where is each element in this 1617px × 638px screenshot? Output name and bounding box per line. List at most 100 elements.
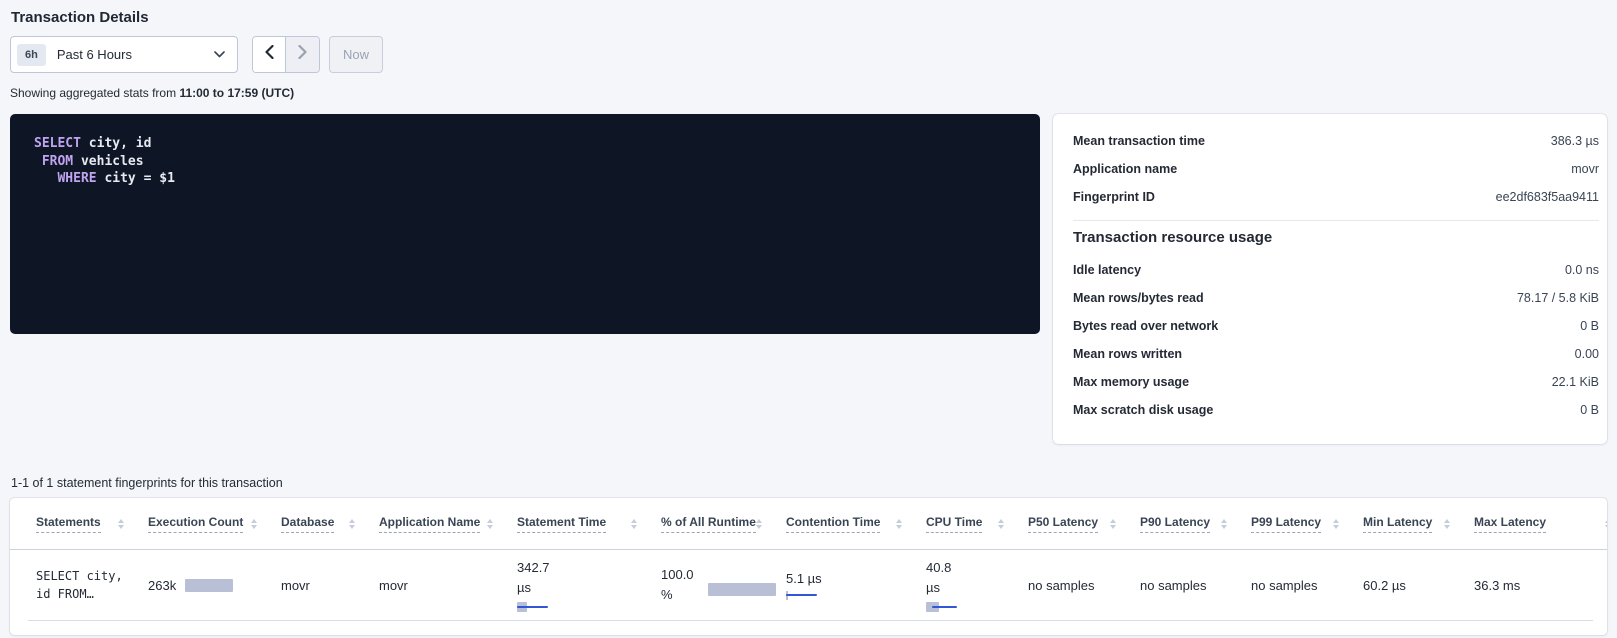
now-button[interactable]: Now xyxy=(329,36,383,73)
statements-table-header: Statements Execution Count Database Appl… xyxy=(10,498,1607,550)
sort-icon xyxy=(631,519,637,529)
summary-label: Fingerprint ID xyxy=(1073,190,1155,204)
summary-value: ee2df683f5aa9411 xyxy=(1496,190,1599,204)
sql-keyword: FROM xyxy=(42,154,73,169)
column-header-min-latency[interactable]: Min Latency xyxy=(1363,515,1474,533)
sql-statement-box: SELECT city, id FROM vehicles WHERE city… xyxy=(10,114,1040,334)
column-header-label: P99 Latency xyxy=(1251,515,1321,533)
column-header-cpu-time[interactable]: CPU Time xyxy=(926,515,1028,533)
statement-time-cell: 342.7 µs xyxy=(517,558,661,612)
sort-icon xyxy=(1110,519,1116,529)
cpu-time-value: 40.8 xyxy=(926,558,1018,578)
execution-count-cell: 263k xyxy=(148,578,281,593)
database-cell: movr xyxy=(281,578,379,593)
summary-label: Mean transaction time xyxy=(1073,134,1205,148)
sort-icon xyxy=(756,519,762,529)
time-range-label: Past 6 Hours xyxy=(57,47,132,62)
column-header-label: Database xyxy=(281,515,334,533)
row-divider xyxy=(28,620,1593,621)
summary-row-mean-rows-written: Mean rows written 0.00 xyxy=(1073,340,1599,368)
summary-row-bytes-read-over-network: Bytes read over network 0 B xyxy=(1073,312,1599,340)
summary-row-max-scratch-disk-usage: Max scratch disk usage 0 B xyxy=(1073,396,1599,424)
sql-keyword: WHERE xyxy=(57,171,96,186)
summary-label: Idle latency xyxy=(1073,263,1141,277)
column-header-label: Statement Time xyxy=(517,515,606,533)
runtime-cell: 100.0 % xyxy=(661,565,786,605)
summary-value: movr xyxy=(1571,162,1599,176)
summary-row-max-memory-usage: Max memory usage 22.1 KiB xyxy=(1073,368,1599,396)
column-header-max-latency[interactable]: Max Latency xyxy=(1474,515,1607,533)
sql-keyword: SELECT xyxy=(34,136,81,151)
sort-icon xyxy=(1221,519,1227,529)
contention-time-bar xyxy=(786,591,817,600)
runtime-unit: % xyxy=(661,585,694,605)
column-header-database[interactable]: Database xyxy=(281,515,379,533)
column-header-contention-time[interactable]: Contention Time xyxy=(786,515,926,533)
column-header-label: CPU Time xyxy=(926,515,982,533)
sql-text: vehicles xyxy=(73,154,143,169)
column-header-p50-latency[interactable]: P50 Latency xyxy=(1028,515,1140,533)
statement-time-bar xyxy=(517,602,548,612)
time-nav-group xyxy=(252,36,320,73)
sort-icon xyxy=(487,519,493,529)
chevron-left-icon xyxy=(265,45,274,64)
time-controls: 6h Past 6 Hours Now xyxy=(10,36,1607,73)
column-header-label: Application Name xyxy=(379,515,480,533)
sql-text: city = $1 xyxy=(97,171,175,186)
p50-latency-cell: no samples xyxy=(1028,578,1140,593)
p99-latency-cell: no samples xyxy=(1251,578,1363,593)
statements-table-card: Statements Execution Count Database Appl… xyxy=(10,498,1607,635)
sql-text: city, id xyxy=(81,136,151,151)
max-latency-cell: 36.3 ms xyxy=(1474,578,1607,593)
time-range-dropdown[interactable]: 6h Past 6 Hours xyxy=(10,36,238,73)
statement-fingerprint-row[interactable]: SELECT city, id FROM… 263k movr movr 342… xyxy=(10,550,1607,620)
column-header-label: Contention Time xyxy=(786,515,880,533)
statement-line: id FROM… xyxy=(36,587,94,601)
summary-value: 0 B xyxy=(1580,319,1599,333)
contention-time-cell: 5.1 µs xyxy=(786,571,926,600)
column-header-execution-count[interactable]: Execution Count xyxy=(148,515,281,533)
transaction-details-page: Transaction Details 6h Past 6 Hours Now xyxy=(0,0,1617,635)
cpu-time-unit: µs xyxy=(926,578,1018,598)
sort-icon xyxy=(251,519,257,529)
sort-icon xyxy=(998,519,1004,529)
stats-caption-range: 11:00 to 17:59 (UTC) xyxy=(179,86,294,100)
summary-value: 0 B xyxy=(1580,403,1599,417)
summary-value: 0.0 ns xyxy=(1565,263,1599,277)
sort-icon-clipped xyxy=(1605,519,1607,529)
chevron-right-icon xyxy=(298,45,307,64)
statement-line: SELECT city, xyxy=(36,569,123,583)
column-header-statements[interactable]: Statements xyxy=(36,515,148,533)
transaction-summary-card: Mean transaction time 386.3 µs Applicati… xyxy=(1053,114,1607,444)
fingerprints-caption: 1-1 of 1 statement fingerprints for this… xyxy=(11,476,1607,490)
statement-link[interactable]: SELECT city, id FROM… xyxy=(36,567,148,603)
summary-value: 386.3 µs xyxy=(1551,134,1599,148)
column-header-p90-latency[interactable]: P90 Latency xyxy=(1140,515,1251,533)
column-header-label: Execution Count xyxy=(148,515,243,533)
application-name-cell: movr xyxy=(379,578,517,593)
summary-label: Mean rows/bytes read xyxy=(1073,291,1204,305)
column-header-label: P90 Latency xyxy=(1140,515,1210,533)
sort-icon xyxy=(896,519,902,529)
statement-time-value: 342.7 xyxy=(517,558,651,578)
execution-count-bar xyxy=(185,579,233,592)
summary-divider xyxy=(1073,220,1599,221)
stats-caption-prefix: Showing aggregated stats from xyxy=(10,86,179,100)
column-header-percent-of-all-runtime[interactable]: % of All Runtime xyxy=(661,515,786,533)
summary-value: 0.00 xyxy=(1575,347,1599,361)
sort-icon xyxy=(1444,519,1450,529)
next-interval-button[interactable] xyxy=(286,37,319,72)
column-header-p99-latency[interactable]: P99 Latency xyxy=(1251,515,1363,533)
cpu-time-cell: 40.8 µs xyxy=(926,558,1028,612)
p90-latency-cell: no samples xyxy=(1140,578,1251,593)
column-header-statement-time[interactable]: Statement Time xyxy=(517,515,661,533)
summary-row-fingerprint-id: Fingerprint ID ee2df683f5aa9411 xyxy=(1073,183,1599,211)
runtime-bar xyxy=(708,583,776,596)
column-header-application-name[interactable]: Application Name xyxy=(379,515,517,533)
summary-label: Bytes read over network xyxy=(1073,319,1218,333)
sort-icon xyxy=(118,519,124,529)
summary-row-idle-latency: Idle latency 0.0 ns xyxy=(1073,256,1599,284)
aggregated-stats-caption: Showing aggregated stats from 11:00 to 1… xyxy=(10,86,1607,100)
sort-icon xyxy=(349,519,355,529)
previous-interval-button[interactable] xyxy=(253,37,286,72)
